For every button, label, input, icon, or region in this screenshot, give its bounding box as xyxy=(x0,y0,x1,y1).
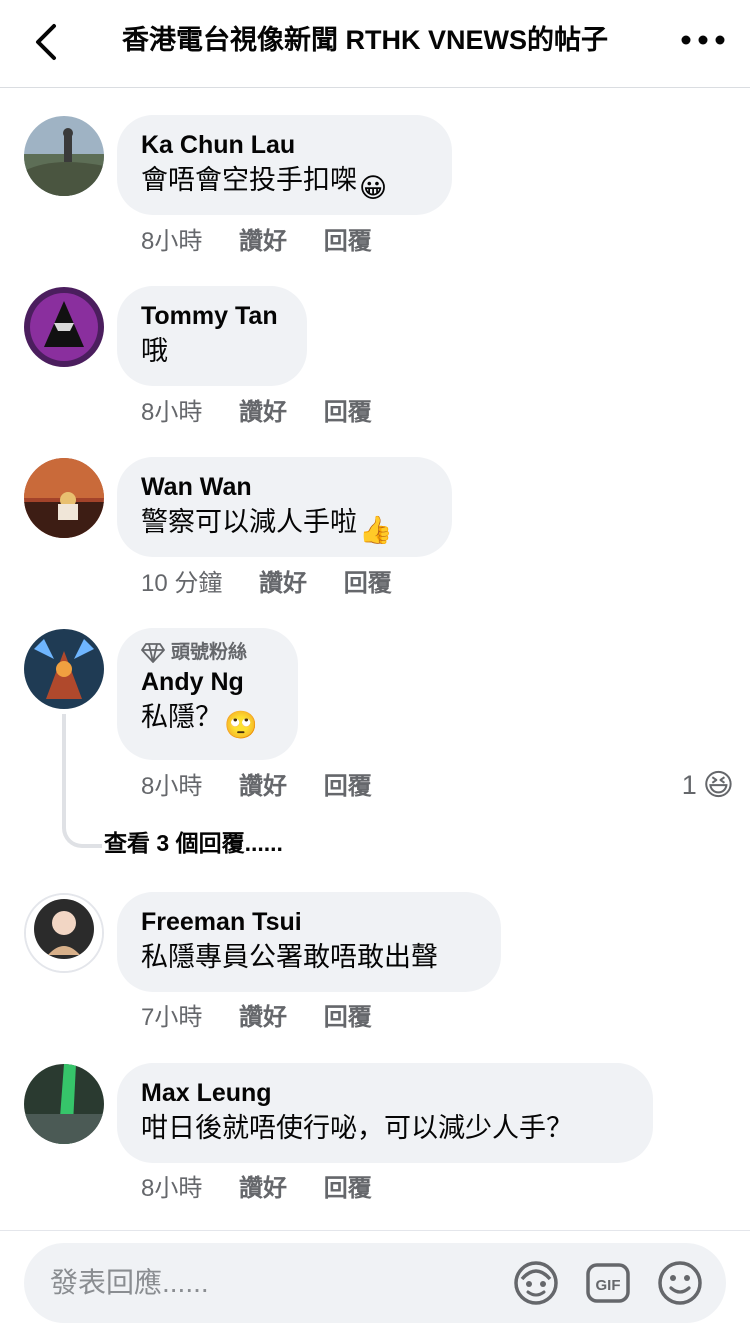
comment-bubble[interactable]: Wan Wan 警察可以減人手啦👍 xyxy=(117,457,452,557)
reply-button[interactable]: 回覆 xyxy=(324,226,372,258)
comment-time: 8小時 xyxy=(141,228,203,255)
avatar[interactable] xyxy=(24,458,104,538)
avatar-sticker-icon[interactable] xyxy=(512,1259,560,1307)
avatar[interactable] xyxy=(24,1064,104,1144)
reply-button[interactable]: 回覆 xyxy=(324,1002,372,1034)
reply-button[interactable]: 回覆 xyxy=(344,568,392,600)
comment-author[interactable]: Freeman Tsui xyxy=(141,906,477,938)
comment-author[interactable]: Tommy Tan xyxy=(141,300,283,332)
comment-bubble[interactable]: Max Leung 咁日後就唔使行咇，可以減少人手？ xyxy=(117,1063,653,1163)
svg-text:GIF: GIF xyxy=(596,1277,621,1294)
comment-actions: 8小時 讚好 回覆 xyxy=(141,226,372,258)
laughing-face-icon: 😆 xyxy=(702,769,734,802)
top-fan-badge: 頭號粉絲 xyxy=(141,640,274,666)
comment-text: 咁日後就唔使行咇，可以減少人手？ xyxy=(141,1113,573,1143)
like-button[interactable]: 讚好 xyxy=(239,397,287,429)
like-button[interactable]: 讚好 xyxy=(239,226,287,258)
reply-button[interactable]: 回覆 xyxy=(324,397,372,429)
comment-text: 會唔會空投手扣㗎😀 xyxy=(141,161,428,207)
like-button[interactable]: 讚好 xyxy=(259,568,307,600)
back-button[interactable] xyxy=(22,20,70,64)
reaction-summary[interactable]: 1 😆 xyxy=(682,768,734,803)
avatar[interactable] xyxy=(24,893,104,973)
like-button[interactable]: 讚好 xyxy=(239,1002,287,1034)
reply-button[interactable]: 回覆 xyxy=(324,1173,372,1205)
reaction-count: 1 xyxy=(681,770,697,800)
comment-author[interactable]: Max Leung xyxy=(141,1077,629,1109)
like-button[interactable]: 讚好 xyxy=(239,771,287,803)
comment-bubble[interactable]: Ka Chun Lau 會唔會空投手扣㗎😀 xyxy=(117,115,452,215)
comment-actions: 10 分鐘 讚好 回覆 xyxy=(141,568,392,600)
eye-roll-face-icon: 🙄 xyxy=(224,710,258,740)
comment-input[interactable]: 發表回應...... GIF xyxy=(24,1243,726,1323)
comment-actions: 8小時 讚好 回覆 xyxy=(141,771,372,803)
comment-author[interactable]: Andy Ng xyxy=(141,666,274,698)
top-bar: 香港電台視像新聞 RTHK VNEWS的帖子 xyxy=(0,0,750,88)
avatar[interactable] xyxy=(24,629,104,709)
comment-text: 警察可以減人手啦👍 xyxy=(141,503,428,549)
comment-author[interactable]: Ka Chun Lau xyxy=(141,129,428,161)
page-title: 香港電台視像新聞 RTHK VNEWS的帖子 xyxy=(122,25,608,55)
comment-bubble[interactable]: 頭號粉絲 Andy Ng 私隱？🙄 xyxy=(117,628,298,760)
emoji-icon[interactable] xyxy=(656,1259,704,1307)
chevron-left-icon xyxy=(36,24,56,60)
comment-composer-bar: 發表回應...... GIF xyxy=(0,1230,750,1335)
more-options-button[interactable] xyxy=(678,22,728,58)
comment-time: 8小時 xyxy=(141,399,203,426)
avatar[interactable] xyxy=(24,116,104,196)
comment-author[interactable]: Wan Wan xyxy=(141,471,428,503)
comment-time: 8小時 xyxy=(141,1175,203,1202)
reply-button[interactable]: 回覆 xyxy=(324,771,372,803)
comment-actions: 8小時 讚好 回覆 xyxy=(141,397,372,429)
comment-bubble[interactable]: Freeman Tsui 私隱專員公署敢唔敢出聲 xyxy=(117,892,501,992)
comment-text: 哦 xyxy=(141,336,168,366)
comment-text: 私隱？🙄 xyxy=(141,698,274,744)
thumbs-up-icon: 👍 xyxy=(359,515,393,545)
more-dots-icon xyxy=(681,35,725,45)
comment-actions: 8小時 讚好 回覆 xyxy=(141,1173,372,1205)
like-button[interactable]: 讚好 xyxy=(239,1173,287,1205)
avatar[interactable] xyxy=(24,287,104,367)
comment-time: 7小時 xyxy=(141,1004,203,1031)
comment-bubble[interactable]: Tommy Tan 哦 xyxy=(117,286,307,386)
comment-time: 10 分鐘 xyxy=(141,570,223,597)
comment-time: 8小時 xyxy=(141,773,203,800)
view-replies-link[interactable]: 查看 3 個回覆...... xyxy=(104,828,283,858)
comment-input-placeholder: 發表回應...... xyxy=(50,1267,209,1298)
thread-connector xyxy=(62,714,102,848)
diamond-icon xyxy=(141,643,165,663)
grinning-face-icon: 😀 xyxy=(359,173,388,203)
gif-icon[interactable]: GIF xyxy=(584,1259,632,1307)
comment-actions: 7小時 讚好 回覆 xyxy=(141,1002,372,1034)
comment-text: 私隱專員公署敢唔敢出聲 xyxy=(141,942,438,972)
